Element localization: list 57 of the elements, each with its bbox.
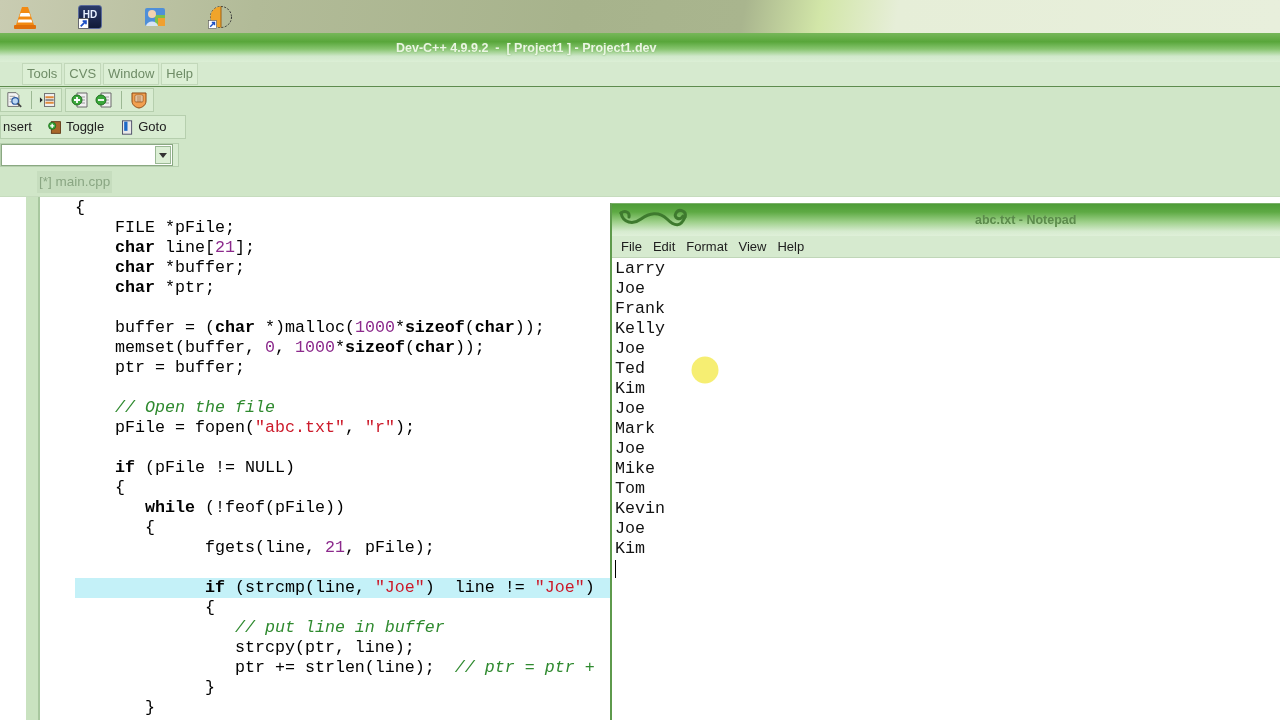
code-line: { (203, 598, 216, 618)
goto-button[interactable]: Goto (118, 116, 169, 138)
hd-app-icon[interactable]: HD (78, 4, 102, 29)
code-line: if (pFile != NULL) (113, 458, 296, 478)
toggle-button[interactable]: Toggle (45, 116, 107, 138)
text-line: Kim (615, 379, 645, 399)
code-line: } (143, 698, 156, 718)
menu-item[interactable]: Help (775, 236, 807, 257)
code-line: char *ptr; (113, 278, 216, 298)
window-title: abc.txt - Notepad (975, 211, 1077, 229)
text-line: Joe (615, 339, 645, 359)
code-line: while (!feof(pFile)) (143, 498, 346, 518)
text-line: Kelly (615, 319, 665, 339)
indent-lines-icon[interactable] (39, 91, 56, 109)
text-line: Joe (615, 399, 645, 419)
menu-item[interactable]: Edit (650, 236, 678, 257)
code-line: fgets(line, 21, pFile); (203, 538, 436, 558)
window-title: Dev-C++ 4.9.9.2 - [ Project1 ] - Project1.dev (396, 41, 657, 57)
find-icon[interactable] (6, 91, 23, 109)
text-line: Frank (615, 299, 665, 319)
code-line: memset(buffer, 0, 1000*sizeof(char)); (113, 338, 486, 358)
code-line: buffer = (char *)malloc(1000*sizeof(char)); (113, 318, 546, 338)
text-line: Ted (615, 359, 645, 379)
half-disc-icon[interactable] (208, 4, 232, 29)
bookmark-plus-icon (47, 119, 63, 135)
text-line: Mark (615, 419, 655, 439)
pointer-highlight-icon (691, 356, 719, 384)
code-line: // Open the file (113, 398, 276, 418)
text-line: Kevin (615, 499, 665, 519)
text-line: Joe (615, 279, 645, 299)
code-line: { (75, 198, 86, 218)
code-line: pFile = fopen("abc.txt", "r"); (113, 418, 416, 438)
caret-icon (159, 152, 167, 158)
text-line: Joe (615, 439, 645, 459)
code-line: { (113, 478, 126, 498)
code-line: { (143, 518, 156, 538)
code-line: strcpy(ptr, line); (233, 638, 416, 658)
menu-item[interactable]: File (619, 236, 644, 257)
insert-button[interactable]: nsert (1, 116, 34, 138)
code-line: ptr = buffer; (113, 358, 246, 378)
code-line: char *buffer; (113, 258, 246, 278)
text-line: Mike (615, 459, 655, 479)
code-line: } (203, 678, 216, 698)
text-line: Tom (615, 479, 645, 499)
code-line: char line[21]; (113, 238, 256, 258)
code-line: FILE *pFile; (113, 218, 236, 238)
doc-minus-icon[interactable] (95, 91, 113, 109)
menu-item[interactable]: Format (684, 236, 730, 257)
menu-item[interactable]: View (736, 236, 769, 257)
code-line: ptr += strlen(line); // ptr = ptr + (233, 658, 596, 678)
shield-list-icon[interactable] (130, 91, 148, 109)
code-line: // put line in buffer (233, 618, 446, 638)
text-line: Kim (615, 539, 645, 559)
text-line: Joe (615, 519, 645, 539)
doc-plus-icon[interactable] (71, 91, 89, 109)
cone-icon[interactable] (13, 4, 37, 29)
text-line: Larry (615, 259, 665, 279)
